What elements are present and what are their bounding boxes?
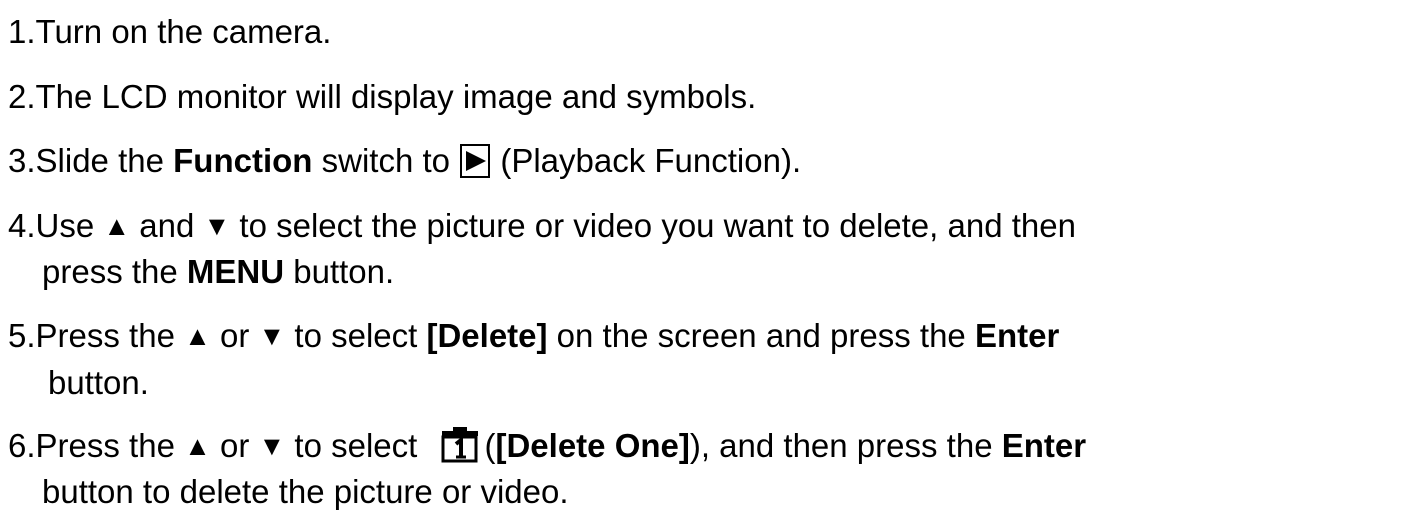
step-5: 5.Press the ▲ or ▼ to select [Delete] on…: [8, 316, 1059, 356]
step-4-continuation: press the MENU button.: [42, 252, 394, 292]
step-6-text-b: or: [210, 427, 259, 464]
step-5-text-e: button.: [48, 364, 149, 401]
play-icon: [460, 144, 491, 178]
up-arrow-icon: ▲: [184, 321, 211, 351]
step-5-text-c: to select: [285, 317, 427, 354]
up-arrow-icon: ▲: [184, 431, 211, 461]
step-6-continuation: button to delete the picture or video.: [42, 472, 569, 512]
delete-one-icon: [440, 427, 480, 472]
step-3: 3.Slide the Function switch to (Playback…: [8, 141, 801, 181]
step-3-text-d: (Playback Function).: [491, 142, 802, 179]
step-3-text-a: 3.Slide the: [8, 142, 174, 179]
step-4-text-c: to select the picture or video you want …: [230, 207, 1076, 244]
step-5-text-b: or: [210, 317, 259, 354]
step-6-text-d: (: [484, 427, 496, 464]
delete-label: [Delete]: [426, 317, 548, 354]
step-3-text-c: switch to: [312, 142, 460, 179]
step-6-text-a: 6.Press the: [8, 427, 185, 464]
step-6-text-c: to select: [285, 427, 427, 464]
step-2-text: 2.The LCD monitor will display image and…: [8, 78, 757, 115]
step-5-continuation: button.: [48, 363, 149, 403]
up-arrow-icon: ▲: [103, 211, 131, 241]
step-2: 2.The LCD monitor will display image and…: [8, 77, 756, 117]
step-6-text-f: button to delete the picture or video.: [42, 473, 569, 510]
step-4-text-e: button.: [284, 253, 395, 290]
step-5-text-a: 5.Press the: [8, 317, 185, 354]
step-1-text: 1.Turn on the camera.: [8, 13, 332, 50]
step-4: 4.Use ▲ and ▼ to select the picture or v…: [8, 206, 1076, 246]
function-label: Function: [173, 142, 313, 179]
step-6-text-e: ), and then press the: [689, 427, 1002, 464]
down-arrow-icon: ▼: [203, 211, 231, 241]
step-4-text-b: and: [130, 207, 204, 244]
enter-label: Enter: [974, 317, 1060, 354]
menu-label: MENU: [186, 253, 285, 290]
enter-label: Enter: [1001, 427, 1087, 464]
down-arrow-icon: ▼: [258, 321, 286, 351]
down-arrow-icon: ▼: [258, 431, 286, 461]
step-5-text-d: on the screen and press the: [547, 317, 975, 354]
step-4-text-d: press the: [42, 253, 187, 290]
step-6: 6.Press the ▲ or ▼ to select ([Delete On…: [8, 426, 1086, 472]
step-4-text-a: 4.Use: [8, 207, 104, 244]
delete-one-label: [Delete One]: [495, 427, 690, 464]
step-1: 1.Turn on the camera.: [8, 12, 331, 52]
